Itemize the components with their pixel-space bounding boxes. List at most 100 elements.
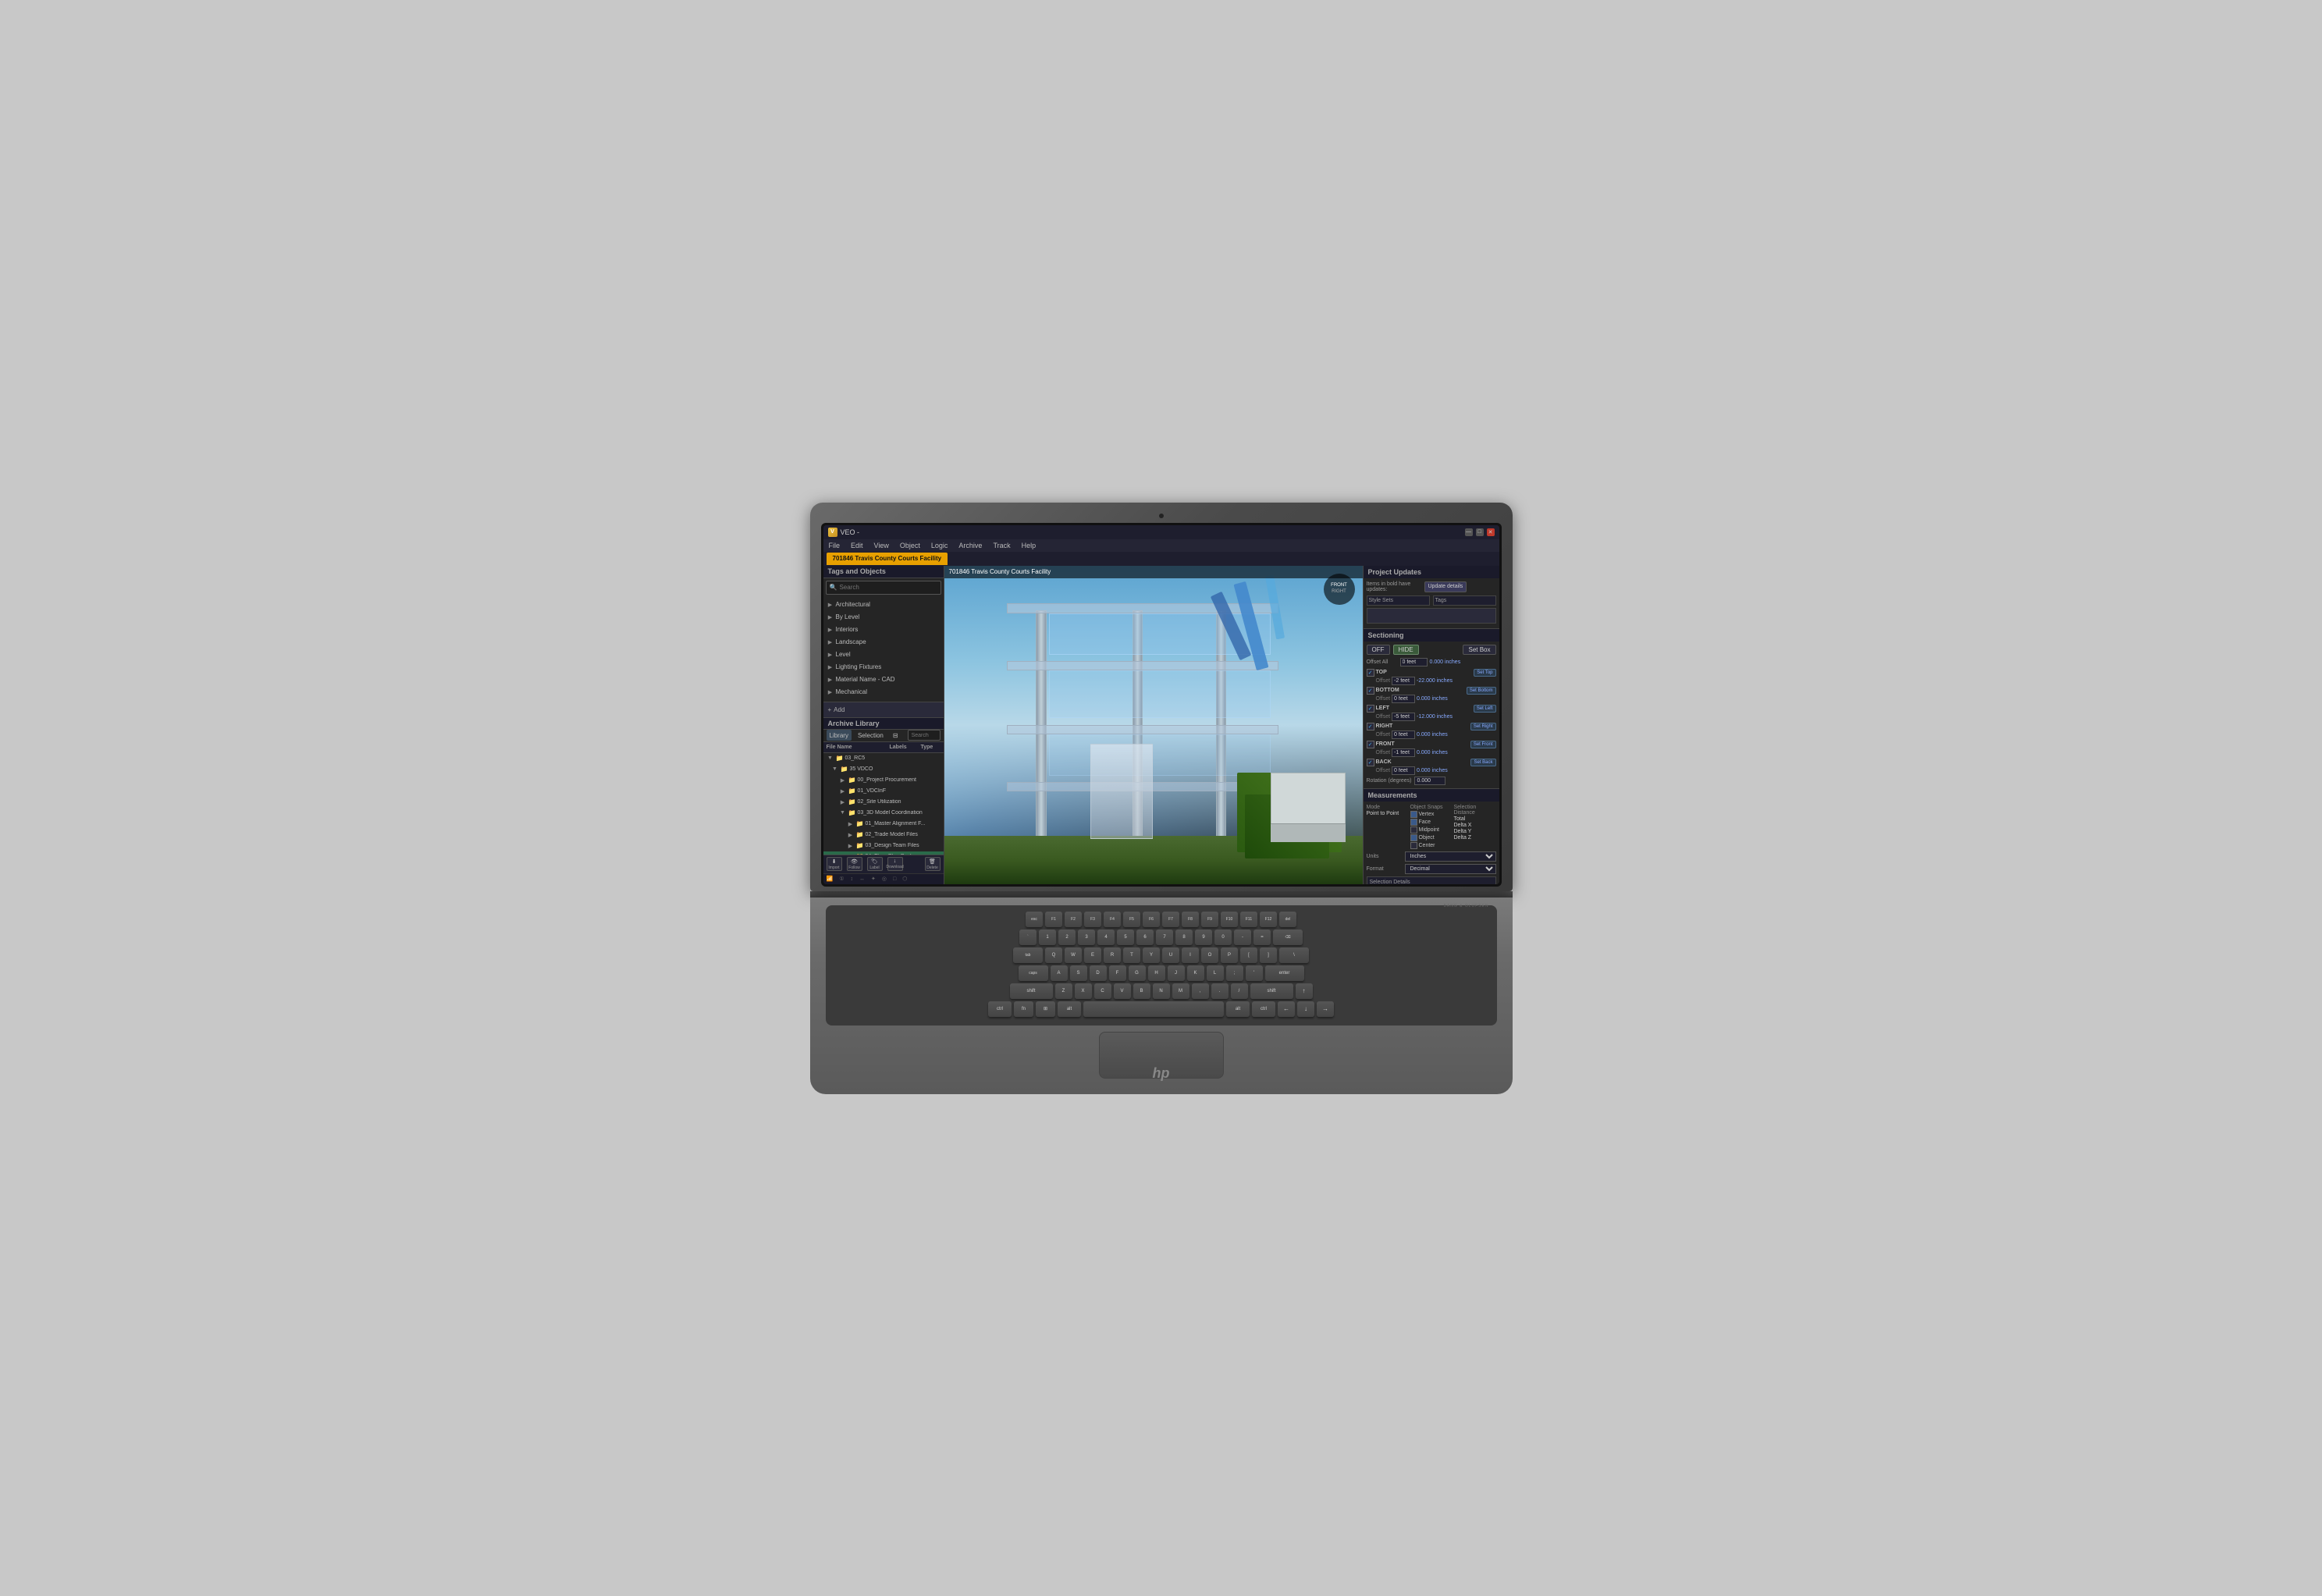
- key-u[interactable]: U: [1162, 947, 1179, 963]
- tab-filter[interactable]: ⊟: [890, 730, 901, 741]
- add-tag-button[interactable]: + Add: [823, 702, 944, 717]
- tree-item-level[interactable]: ▶ Level: [823, 649, 944, 661]
- menu-logic[interactable]: Logic: [929, 542, 951, 549]
- key-c[interactable]: C: [1094, 983, 1111, 999]
- back-checkbox[interactable]: [1367, 759, 1374, 766]
- tree-item-architectural[interactable]: ▶ Architectural: [823, 599, 944, 611]
- key-f5[interactable]: F5: [1123, 912, 1140, 927]
- rotation-input[interactable]: [1414, 777, 1445, 785]
- key-z[interactable]: Z: [1055, 983, 1072, 999]
- bottom-checkbox[interactable]: [1367, 687, 1374, 695]
- key-p[interactable]: P: [1221, 947, 1238, 963]
- set-right-button[interactable]: Set Right: [1470, 723, 1496, 730]
- right-offset-input[interactable]: [1392, 730, 1415, 739]
- menu-help[interactable]: Help: [1019, 542, 1039, 549]
- key-right[interactable]: →: [1317, 1001, 1334, 1017]
- key-fn[interactable]: fn: [1014, 1001, 1033, 1017]
- file-row[interactable]: ▼ 📁 35 VDCO: [823, 764, 944, 775]
- set-top-button[interactable]: Set Top: [1474, 669, 1495, 677]
- left-offset-input[interactable]: [1392, 713, 1415, 721]
- key-backslash[interactable]: \: [1279, 947, 1309, 963]
- key-b[interactable]: B: [1133, 983, 1150, 999]
- key-i[interactable]: I: [1182, 947, 1199, 963]
- download-button[interactable]: ↓ Download: [887, 857, 903, 871]
- offset-all-input[interactable]: [1400, 658, 1428, 666]
- snap-midpoint-checkbox[interactable]: [1410, 826, 1417, 834]
- key-s[interactable]: S: [1070, 965, 1087, 981]
- tags-search-input[interactable]: [839, 584, 937, 591]
- set-box-button[interactable]: Set Box: [1463, 645, 1495, 655]
- key-v[interactable]: V: [1114, 983, 1131, 999]
- key-f6[interactable]: F6: [1143, 912, 1160, 927]
- key-ctrl-r[interactable]: ctrl: [1252, 1001, 1275, 1017]
- key-a[interactable]: A: [1051, 965, 1068, 981]
- key-f7[interactable]: F7: [1162, 912, 1179, 927]
- key-r[interactable]: R: [1104, 947, 1121, 963]
- top-offset-input[interactable]: [1392, 677, 1415, 685]
- file-row[interactable]: ▶ 📁 03_Design Team Files: [823, 841, 944, 851]
- key-1[interactable]: 1: [1039, 930, 1056, 945]
- key-f[interactable]: F: [1109, 965, 1126, 981]
- key-alt[interactable]: alt: [1058, 1001, 1081, 1017]
- units-select[interactable]: Inches Feet: [1405, 851, 1496, 862]
- key-3[interactable]: 3: [1078, 930, 1095, 945]
- import-button[interactable]: ⬇ Import: [827, 857, 842, 871]
- menu-object[interactable]: Object: [898, 542, 923, 549]
- key-down[interactable]: ↓: [1297, 1001, 1314, 1017]
- archive-search[interactable]: [908, 730, 941, 741]
- tree-item-landscape[interactable]: ▶ Landscape: [823, 636, 944, 649]
- key-f8[interactable]: F8: [1182, 912, 1199, 927]
- update-details-button[interactable]: Update details: [1424, 581, 1467, 592]
- tree-item-mechanical[interactable]: ▶ Mechanical: [823, 686, 944, 698]
- key-caps[interactable]: caps: [1019, 965, 1048, 981]
- key-f12[interactable]: F12: [1260, 912, 1277, 927]
- key-f10[interactable]: F10: [1221, 912, 1238, 927]
- set-front-button[interactable]: Set Front: [1470, 741, 1496, 748]
- key-lshift[interactable]: shift: [1010, 983, 1053, 999]
- menu-edit[interactable]: Edit: [848, 542, 866, 549]
- key-l[interactable]: L: [1207, 965, 1224, 981]
- key-2[interactable]: 2: [1058, 930, 1076, 945]
- front-checkbox[interactable]: [1367, 741, 1374, 748]
- file-row[interactable]: ▶ 📁 02_Trade Model Files: [823, 830, 944, 841]
- menu-view[interactable]: View: [872, 542, 891, 549]
- key-f2[interactable]: F2: [1065, 912, 1082, 927]
- menu-file[interactable]: File: [827, 542, 843, 549]
- key-j[interactable]: J: [1168, 965, 1185, 981]
- menu-archive[interactable]: Archive: [956, 542, 984, 549]
- key-win[interactable]: ⊞: [1036, 1001, 1055, 1017]
- key-t[interactable]: T: [1123, 947, 1140, 963]
- right-checkbox[interactable]: [1367, 723, 1374, 730]
- key-tab[interactable]: tab: [1013, 947, 1043, 963]
- key-n[interactable]: N: [1153, 983, 1170, 999]
- archive-search-input[interactable]: [912, 733, 937, 738]
- key-6[interactable]: 6: [1136, 930, 1154, 945]
- key-up[interactable]: ↑: [1296, 983, 1313, 999]
- key-o[interactable]: O: [1201, 947, 1218, 963]
- key-del[interactable]: del: [1279, 912, 1296, 927]
- key-f3[interactable]: F3: [1084, 912, 1101, 927]
- file-row[interactable]: ▶ 📁 00_Project Procurement: [823, 775, 944, 786]
- delete-button[interactable]: 🗑 Delete: [925, 857, 941, 871]
- tree-item-bylevel[interactable]: ▶ By Level: [823, 611, 944, 624]
- key-g[interactable]: G: [1129, 965, 1146, 981]
- key-backspace[interactable]: ⌫: [1273, 930, 1303, 945]
- key-f4[interactable]: F4: [1104, 912, 1121, 927]
- key-enter[interactable]: enter: [1265, 965, 1304, 981]
- key-rbracket[interactable]: ]: [1260, 947, 1277, 963]
- key-q[interactable]: Q: [1045, 947, 1062, 963]
- tree-item-materialcad[interactable]: ▶ Material Name - CAD: [823, 674, 944, 686]
- tree-item-lighting[interactable]: ▶ Lighting Fixtures: [823, 661, 944, 674]
- key-altgr[interactable]: alt: [1226, 1001, 1250, 1017]
- key-f1[interactable]: F1: [1045, 912, 1062, 927]
- menu-track[interactable]: Track: [990, 542, 1012, 549]
- maximize-button[interactable]: □: [1476, 528, 1484, 536]
- key-left[interactable]: ←: [1278, 1001, 1295, 1017]
- format-select[interactable]: Decimal Fractional: [1405, 864, 1496, 874]
- key-equals[interactable]: =: [1253, 930, 1271, 945]
- key-e[interactable]: E: [1084, 947, 1101, 963]
- left-checkbox[interactable]: [1367, 705, 1374, 713]
- key-minus[interactable]: -: [1234, 930, 1251, 945]
- key-lbracket[interactable]: [: [1240, 947, 1257, 963]
- tab-selection[interactable]: Selection: [855, 730, 887, 741]
